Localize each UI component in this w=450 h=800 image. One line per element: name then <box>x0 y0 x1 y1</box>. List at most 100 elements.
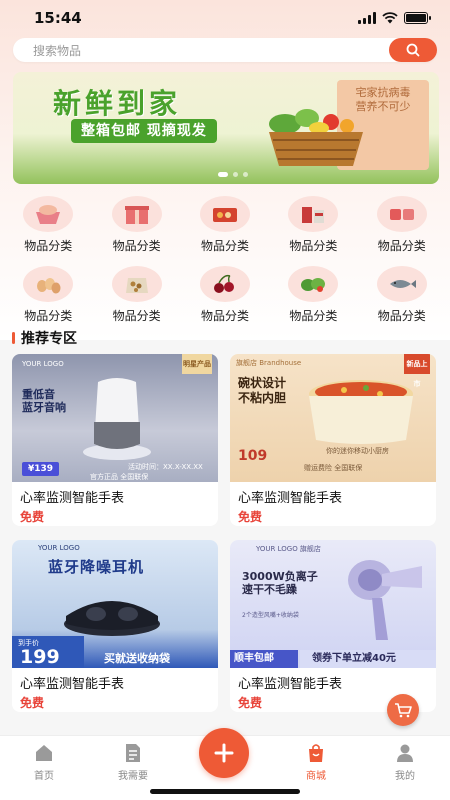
status-icons <box>358 12 431 24</box>
category-label: 物品分类 <box>289 239 338 253</box>
vegetables-icon <box>288 266 339 302</box>
product-price: 免费 <box>238 696 263 710</box>
nuts-bag-icon <box>111 266 162 302</box>
product-image-price: ¥139 <box>22 462 60 476</box>
product-image-footer: 官方正品 全国联保 <box>90 473 149 481</box>
banner-side-line1: 宅家抗病毒 <box>355 86 411 99</box>
product-image-title: 重低音 蓝牙音响 <box>22 388 66 414</box>
status-time: 15:44 <box>34 9 82 27</box>
snack-box-icon <box>199 196 250 232</box>
gift-basket-icon <box>23 196 74 232</box>
category-item[interactable]: 物品分类 <box>269 196 357 254</box>
search-input[interactable]: 搜索物品 <box>33 42 81 59</box>
promo-banner[interactable]: 新鲜到家 整箱包邮 现摘现发 宅家抗病毒 营养不可少 <box>13 72 439 184</box>
category-item[interactable]: 物品分类 <box>4 196 92 254</box>
tab-home[interactable]: 首页 <box>14 742 74 782</box>
tab-mall[interactable]: 商城 <box>286 742 346 782</box>
product-image-note: 活动时间：XX.X-XX.XX <box>128 463 203 471</box>
banner-title: 新鲜到家 <box>53 87 182 120</box>
category-item[interactable]: 物品分类 <box>92 266 180 324</box>
category-item[interactable]: 物品分类 <box>181 196 269 254</box>
category-item[interactable]: 物品分类 <box>92 196 180 254</box>
product-card[interactable]: YOUR LOGO 明星产品 重低音 蓝牙音响 ¥139 活动时间：XX.X-X… <box>12 354 218 526</box>
gift-box-icon <box>111 196 162 232</box>
product-image-brand: YOUR LOGO <box>38 544 80 552</box>
product-image-footer: 领券下单立减40元 <box>300 650 436 668</box>
product-image-tag: 明星产品 <box>182 354 212 374</box>
vegetable-basket-illustration <box>269 109 363 166</box>
category-label: 物品分类 <box>24 239 73 253</box>
carousel-dots[interactable] <box>218 172 248 177</box>
tab-label: 商城 <box>306 771 326 782</box>
category-item[interactable]: 物品分类 <box>181 266 269 324</box>
fish-icon <box>376 266 427 302</box>
product-image-title: 3000W负离子 速干不毛躁 <box>242 570 318 596</box>
category-label: 物品分类 <box>200 309 249 323</box>
product-image-title: 蓝牙降噪耳机 <box>48 558 145 576</box>
category-label: 物品分类 <box>200 239 249 253</box>
category-item[interactable]: 物品分类 <box>269 266 357 324</box>
product-image-price: 顺丰包邮 <box>230 650 298 668</box>
product-image-brand: YOUR LOGO 旗舰店 <box>256 545 321 553</box>
cart-icon <box>395 703 412 718</box>
signal-icon <box>358 12 376 24</box>
section-marker <box>12 332 15 344</box>
product-card[interactable]: YOUR LOGO 旗舰店 3000W负离子 速干不毛躁 2个造型风嘴+收纳袋 … <box>230 540 436 712</box>
product-name: 心率监测智能手表 <box>238 677 343 692</box>
category-item[interactable]: 物品分类 <box>358 196 446 254</box>
product-image: YOUR LOGO 蓝牙降噪耳机 到手价 199 买就送收纳袋 <box>12 540 218 668</box>
product-image: YOUR LOGO 旗舰店 3000W负离子 速干不毛躁 2个造型风嘴+收纳袋 … <box>230 540 436 668</box>
home-indicator <box>150 789 300 794</box>
cart-button[interactable] <box>387 694 419 726</box>
banner-subtitle: 整箱包邮 现摘现发 <box>71 119 217 143</box>
category-item[interactable]: 物品分类 <box>358 266 446 324</box>
product-name: 心率监测智能手表 <box>238 491 343 506</box>
product-card[interactable]: YOUR LOGO 蓝牙降噪耳机 到手价 199 买就送收纳袋 心率监测智能手表… <box>12 540 218 712</box>
tab-profile[interactable]: 我的 <box>375 742 435 782</box>
search-button[interactable] <box>389 38 437 62</box>
speaker-illustration <box>83 378 151 460</box>
cooker-illustration <box>309 380 413 444</box>
product-card[interactable]: 旗舰店 Brandhouse 新品上市 碗状设计 不粘内胆 109 你的迷你移动… <box>230 354 436 526</box>
section-header: 推荐专区 <box>12 328 77 348</box>
cherries-icon <box>199 266 250 302</box>
product-image-brand: YOUR LOGO <box>22 360 64 368</box>
product-price: 免费 <box>20 696 45 710</box>
product-image-brand: 旗舰店 Brandhouse <box>236 359 302 367</box>
battery-icon <box>404 12 431 24</box>
product-price: 免费 <box>20 510 45 524</box>
product-image-note: 你的迷你移动小厨房 <box>326 447 389 455</box>
category-label: 物品分类 <box>24 309 73 323</box>
gift-set-icon <box>288 196 339 232</box>
category-grid: 物品分类 物品分类 物品分类 物品分类 物品分类 物品分类 物品分类 物品分类 … <box>4 196 446 324</box>
category-label: 物品分类 <box>112 309 161 323</box>
eggs-icon <box>23 266 74 302</box>
tab-label: 我的 <box>395 771 415 782</box>
tab-label: 我需要 <box>118 771 148 782</box>
document-icon <box>126 744 140 762</box>
product-image-price: 199 <box>20 646 60 668</box>
earbuds-case-illustration <box>64 601 160 636</box>
meat-pack-icon <box>376 196 427 232</box>
tab-label: 首页 <box>34 771 54 782</box>
plus-icon <box>214 743 234 763</box>
search-icon <box>406 43 420 57</box>
category-label: 物品分类 <box>112 239 161 253</box>
section-title: 推荐专区 <box>21 331 77 347</box>
product-image-price: 109 <box>238 448 268 464</box>
product-image-note: 2个造型风嘴+收纳袋 <box>242 612 299 619</box>
hair-dryer-illustration <box>348 560 422 640</box>
status-bar: 15:44 <box>0 0 450 36</box>
home-icon <box>36 745 52 761</box>
search-bar[interactable]: 搜索物品 <box>13 38 437 62</box>
wifi-icon <box>382 12 398 24</box>
product-image-title: 碗状设计 不粘内胆 <box>238 376 287 405</box>
product-name: 心率监测智能手表 <box>20 677 125 692</box>
product-image-footer: 赠运费险 全国联保 <box>304 464 363 472</box>
category-item[interactable]: 物品分类 <box>4 266 92 324</box>
profile-icon <box>397 744 413 762</box>
product-image-tag: 新品上市 <box>404 354 430 388</box>
tab-needs[interactable]: 我需要 <box>103 742 163 782</box>
publish-button[interactable] <box>199 728 249 778</box>
product-name: 心率监测智能手表 <box>20 491 125 506</box>
